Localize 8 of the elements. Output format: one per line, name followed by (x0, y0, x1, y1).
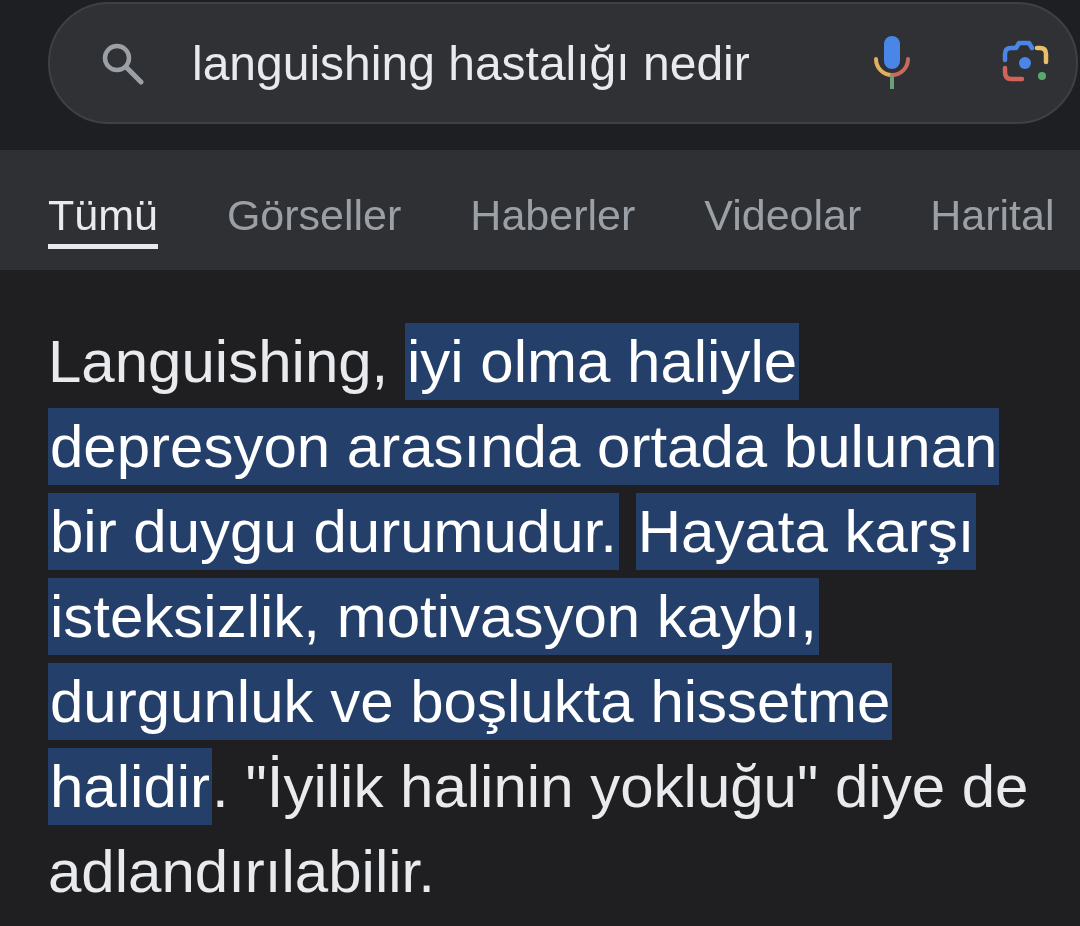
microphone-icon[interactable] (872, 35, 912, 91)
tab[interactable]: Haberler (470, 190, 636, 249)
search-bar[interactable]: languishing hastalığı nedir (48, 2, 1078, 124)
search-icon[interactable] (100, 41, 144, 85)
tab[interactable]: Videolar (704, 190, 862, 249)
tab[interactable]: Görseller (226, 190, 402, 249)
tab[interactable]: Harital (930, 190, 1055, 249)
tab[interactable]: Tümü (48, 190, 158, 249)
